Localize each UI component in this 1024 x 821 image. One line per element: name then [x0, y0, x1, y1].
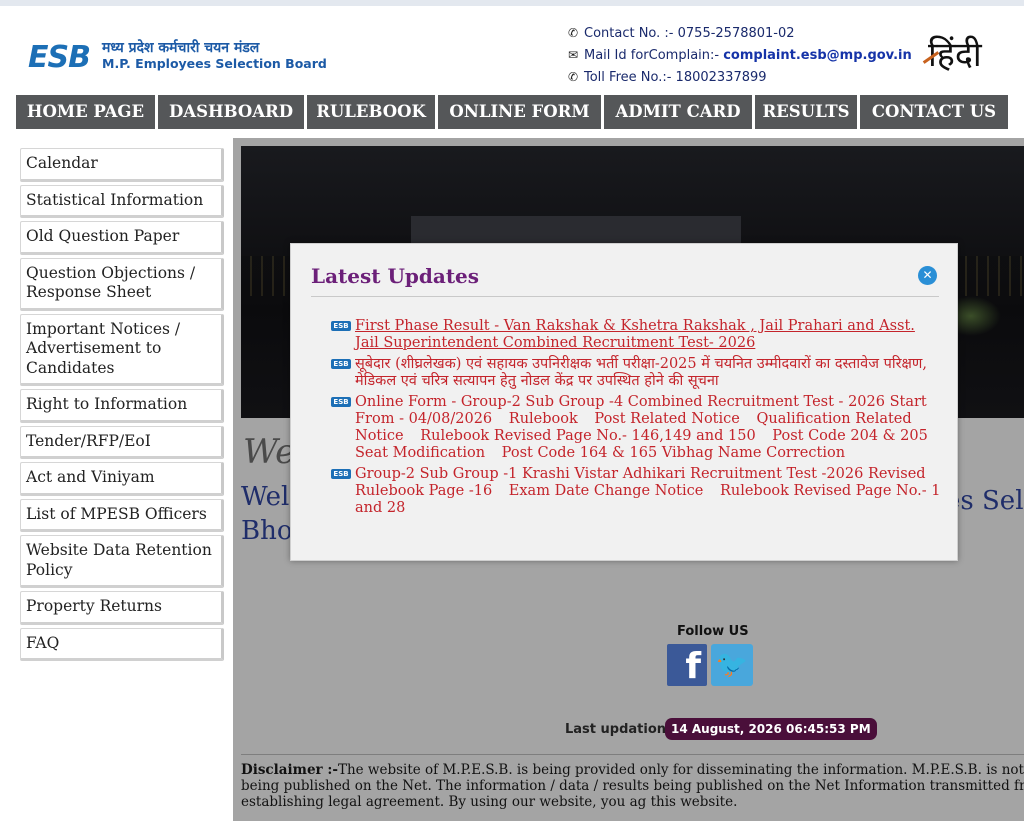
esb-bullet-icon: ESB: [331, 359, 351, 369]
rulebook-link[interactable]: Rulebook: [509, 411, 578, 427]
complaint-mail: ✉ Mail Id forComplain:- complaint.esb@mp.…: [568, 44, 912, 66]
update-link[interactable]: Group-2 Sub Group -1 Krashi Vistar Adhik…: [355, 466, 863, 482]
phone-icon: ✆: [568, 70, 579, 84]
post-related-notice-link[interactable]: Post Related Notice: [594, 411, 739, 427]
welcome-heading-line2: Bho: [241, 516, 293, 546]
sidebar-item-faq[interactable]: FAQ: [20, 627, 224, 661]
close-icon[interactable]: ✕: [918, 266, 937, 285]
top-border: [0, 0, 1024, 6]
complaint-email-link[interactable]: complaint.esb@mp.gov.in: [723, 48, 912, 63]
nav-online-form[interactable]: ONLINE FORM: [438, 95, 604, 129]
board-name-hindi: मध्य प्रदेश कर्मचारी चयन मंडल: [102, 40, 260, 56]
phone-icon: ✆: [568, 26, 579, 40]
sidebar-item-tender[interactable]: Tender/RFP/EoI: [20, 425, 224, 459]
twitter-icon[interactable]: 🐦: [711, 644, 753, 686]
sidebar-item-calendar[interactable]: Calendar: [20, 148, 224, 182]
contact-number: ✆ Contact No. :- 0755-2578801-02: [568, 22, 912, 44]
mail-icon: ✉: [568, 48, 579, 62]
sidebar-menu: Calendar Statistical Information Old Que…: [20, 148, 224, 664]
esb-bullet-icon: ESB: [331, 321, 351, 331]
board-name-english: M.P. Employees Selection Board: [102, 56, 327, 71]
divider: [241, 754, 1024, 755]
welcome-heading-script: We: [243, 432, 296, 472]
main-navigation: HOME PAGE DASHBOARD RULEBOOK ONLINE FORM…: [16, 95, 1008, 129]
updates-list: ESB First Phase Result - Van Rakshak & K…: [331, 318, 941, 521]
sidebar-item-data-retention-policy[interactable]: Website Data Retention Policy: [20, 535, 224, 588]
last-updation-label: Last updation :: [565, 722, 676, 737]
sidebar-item-list-of-officers[interactable]: List of MPESB Officers: [20, 498, 224, 532]
nav-contact-us[interactable]: CONTACT US: [860, 95, 1008, 129]
disclaimer-text: The website of M.P.E.S.B. is being provi…: [241, 762, 1024, 810]
nav-rulebook[interactable]: RULEBOOK: [307, 95, 438, 129]
update-item: ESB First Phase Result - Van Rakshak & K…: [331, 318, 941, 352]
disclaimer-label: Disclaimer :-: [241, 762, 338, 778]
esb-bullet-icon: ESB: [331, 397, 351, 407]
disclaimer: Disclaimer :-The website of M.P.E.S.B. i…: [241, 762, 1024, 810]
exam-date-change-link[interactable]: Exam Date Change Notice: [509, 483, 704, 499]
sidebar-item-property-returns[interactable]: Property Returns: [20, 591, 224, 625]
sidebar-item-old-question-paper[interactable]: Old Question Paper: [20, 221, 224, 255]
sidebar-item-right-to-information[interactable]: Right to Information: [20, 389, 224, 423]
rulebook-revised-link[interactable]: Rulebook Revised Page No.- 146,149 and 1…: [420, 428, 755, 444]
latest-updates-modal: Latest Updates ✕ ESB First Phase Result …: [290, 243, 958, 561]
sidebar-item-act-and-viniyam[interactable]: Act and Viniyam: [20, 462, 224, 496]
esb-bullet-icon: ESB: [331, 469, 351, 479]
toll-free-number: ✆ Toll Free No.:- 18002337899: [568, 66, 912, 88]
sidebar-item-question-objections[interactable]: Question Objections / Response Sheet: [20, 257, 224, 311]
logo-text: ESB: [28, 40, 91, 75]
modal-divider: [311, 296, 939, 297]
modal-title: Latest Updates: [311, 264, 480, 288]
facebook-icon[interactable]: f: [667, 644, 707, 687]
vibhag-name-correction-link[interactable]: Post Code 164 & 165 Vibhag Name Correcti…: [502, 445, 845, 461]
contact-info: ✆ Contact No. :- 0755-2578801-02 ✉ Mail Id…: [568, 22, 912, 88]
nav-results[interactable]: RESULTS: [755, 95, 860, 129]
nav-admit-card[interactable]: ADMIT CARD: [604, 95, 755, 129]
nav-home-page[interactable]: HOME PAGE: [16, 95, 158, 129]
update-item: ESB सूबेदार (शीघ्रलेखक) एवं सहायक उपनिरी…: [331, 356, 941, 390]
update-link[interactable]: सूबेदार (शीघ्रलेखक) एवं सहायक उपनिरीक्षक…: [355, 356, 927, 389]
update-item: ESB Online Form - Group-2 Sub Group -4 C…: [331, 394, 941, 462]
update-link[interactable]: First Phase Result - Van Rakshak & Kshet…: [355, 318, 915, 351]
follow-us-label: Follow US: [677, 624, 749, 639]
hindi-language-link[interactable]: हिंदी: [922, 30, 982, 76]
sidebar-item-statistical-information[interactable]: Statistical Information: [20, 184, 224, 218]
welcome-heading-line1: Wel: [241, 482, 290, 512]
nav-dashboard[interactable]: DASHBOARD: [158, 95, 307, 129]
esb-logo[interactable]: ESB: [24, 34, 100, 76]
update-item: ESB Group-2 Sub Group -1 Krashi Vistar A…: [331, 466, 941, 517]
last-updation-badge: 14 August, 2026 06:45:53 PM: [665, 718, 877, 740]
sidebar-item-important-notices[interactable]: Important Notices / Advertisement to Can…: [20, 313, 224, 386]
